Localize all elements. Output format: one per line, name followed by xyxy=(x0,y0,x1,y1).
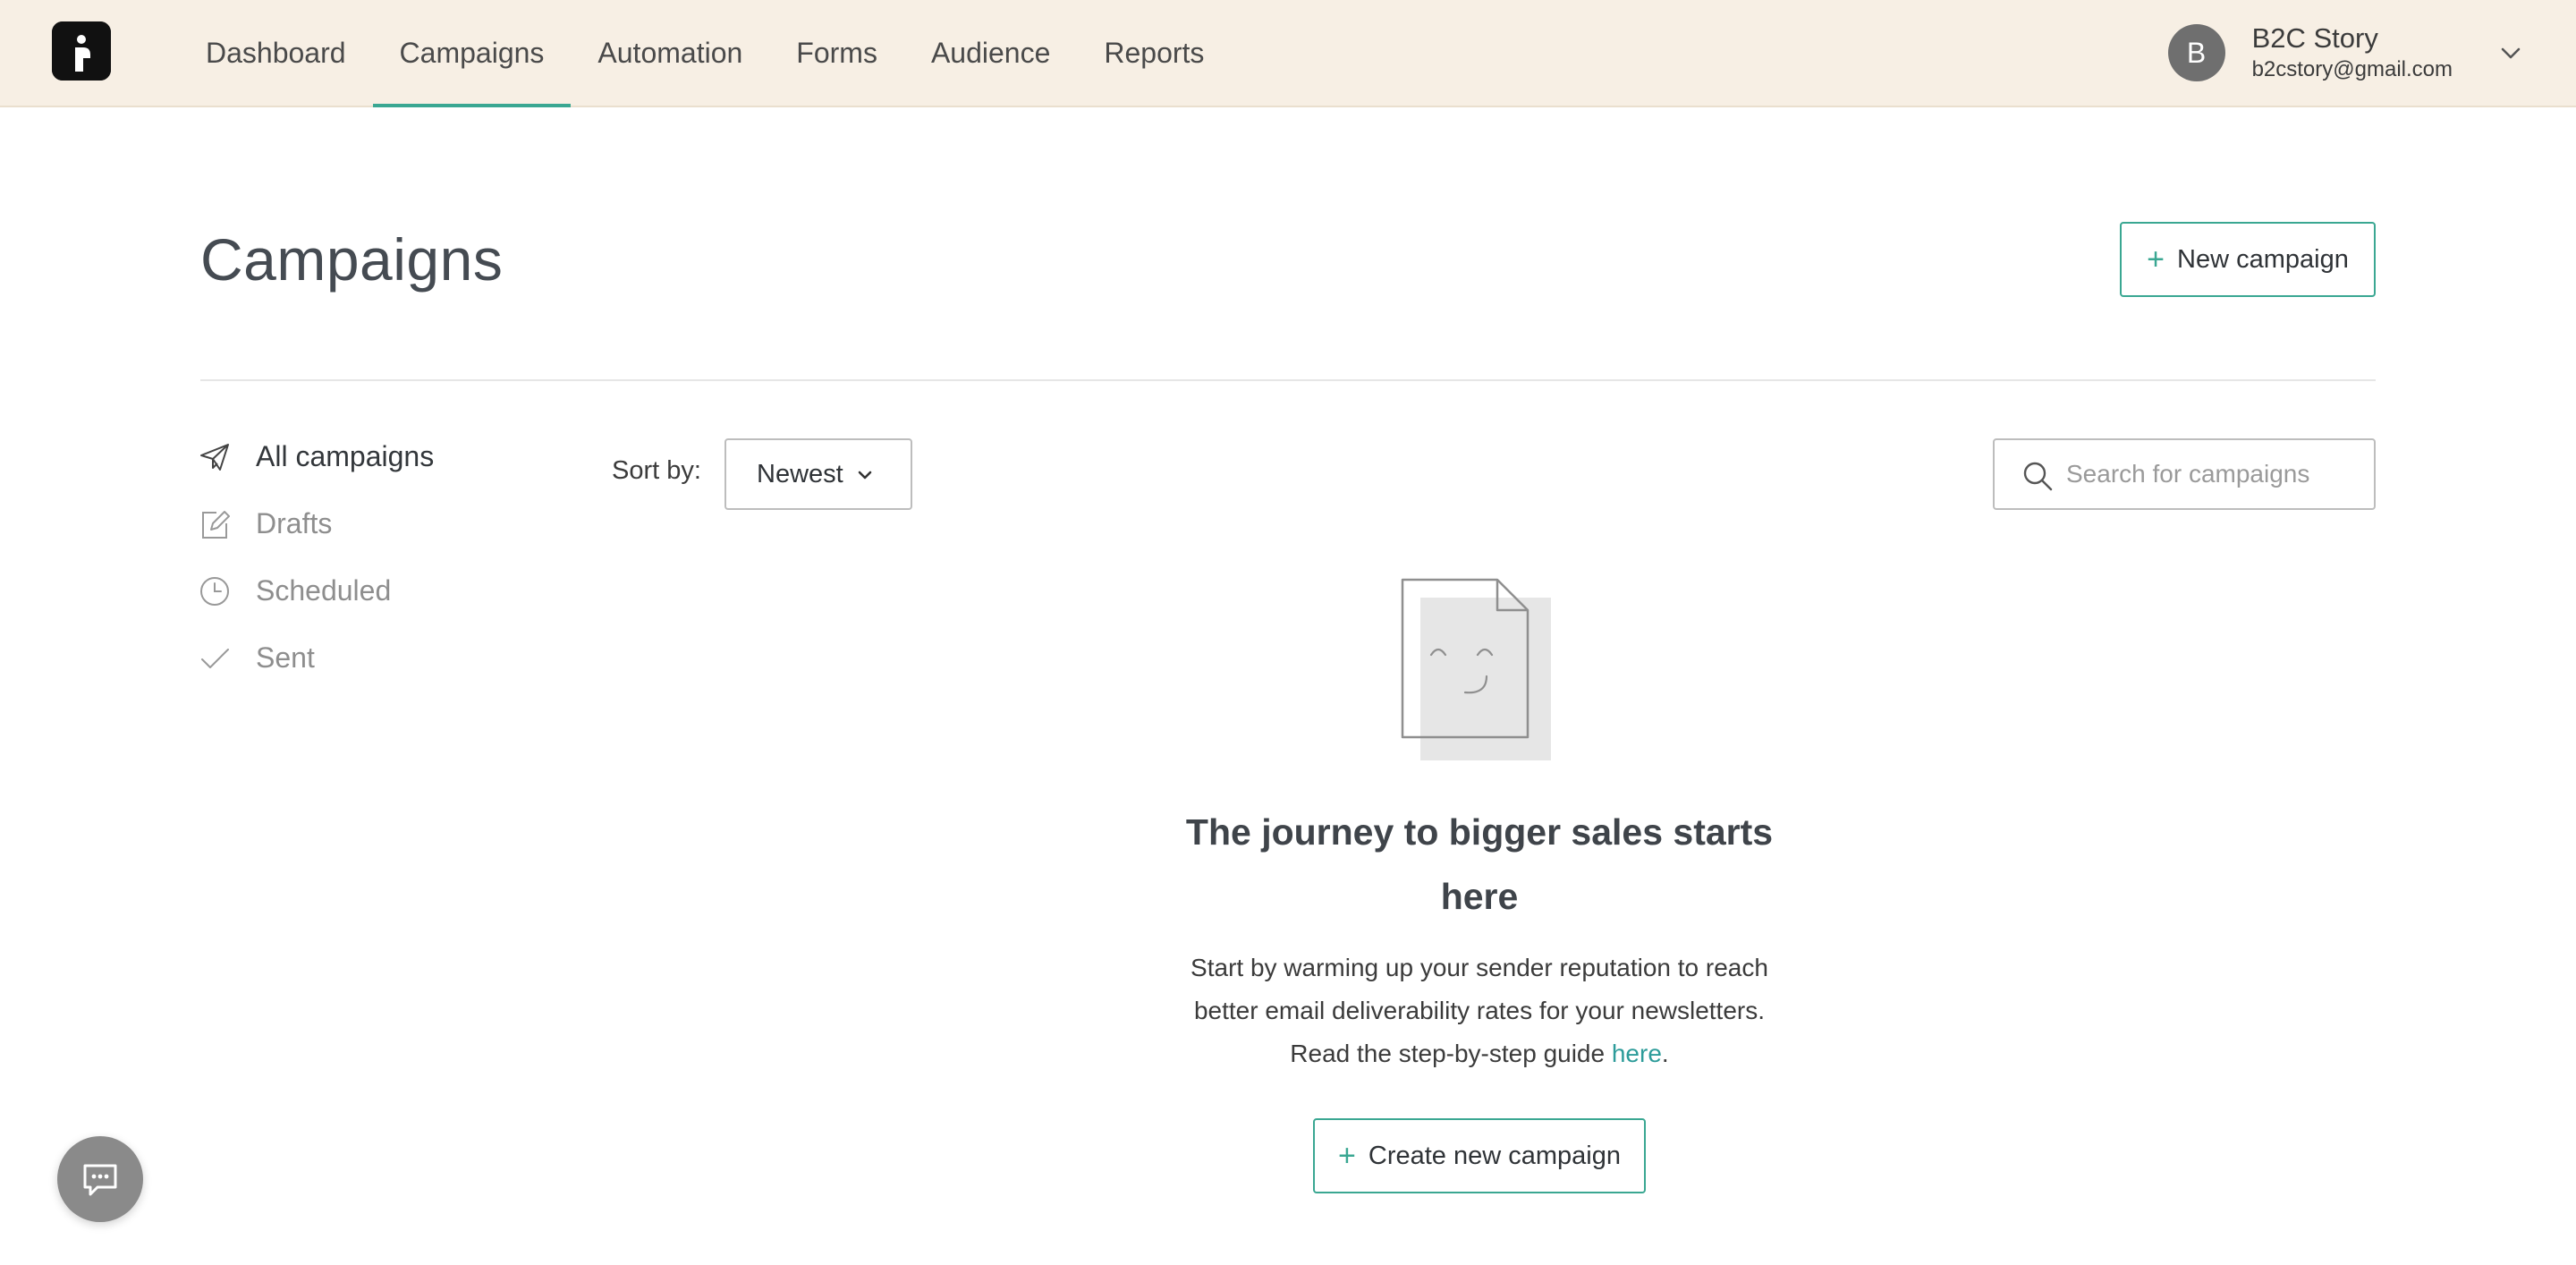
sidebar-item-drafts[interactable]: Drafts xyxy=(199,507,332,540)
new-campaign-button[interactable]: + New campaign xyxy=(2120,222,2376,297)
chat-icon xyxy=(83,1164,117,1196)
app-logo[interactable] xyxy=(52,21,111,81)
new-campaign-label: New campaign xyxy=(2177,244,2349,274)
chevron-down-icon[interactable] xyxy=(2497,39,2524,66)
search-input[interactable] xyxy=(2066,449,2361,499)
account-menu[interactable]: B B2C Story b2cstory@gmail.com xyxy=(2167,21,2524,84)
empty-document-illustration xyxy=(1401,578,1551,760)
nav-forms[interactable]: Forms xyxy=(769,0,904,106)
nav-automation[interactable]: Automation xyxy=(571,0,769,106)
sort-dropdown[interactable]: Newest xyxy=(724,438,912,510)
page-title: Campaigns xyxy=(200,226,504,293)
avatar: B xyxy=(2167,24,2225,81)
empty-state-line: Read the step-by-step guide xyxy=(1290,1040,1612,1067)
sidebar-item-all-campaigns[interactable]: All campaigns xyxy=(199,440,434,473)
search-field[interactable] xyxy=(1993,438,2376,510)
plus-icon: + xyxy=(1338,1139,1356,1173)
empty-state-punctuation: . xyxy=(1661,1040,1669,1067)
sidebar-item-sent[interactable]: Sent xyxy=(199,641,315,675)
empty-state-heading: The journey to bigger sales starts here xyxy=(1185,811,1774,917)
clock-icon xyxy=(199,575,231,607)
header-divider xyxy=(200,379,2376,381)
chevron-down-icon xyxy=(858,471,872,480)
nav-audience[interactable]: Audience xyxy=(904,0,1077,106)
main-nav: Dashboard Campaigns Automation Forms Aud… xyxy=(179,0,1231,107)
sidebar-item-scheduled[interactable]: Scheduled xyxy=(199,574,391,607)
create-new-campaign-label: Create new campaign xyxy=(1368,1141,1621,1170)
sidebar-item-label: Drafts xyxy=(256,507,333,539)
checkmark-icon xyxy=(199,642,231,675)
nav-campaigns[interactable]: Campaigns xyxy=(372,0,572,107)
empty-state-line: Start by warming up your sender reputati… xyxy=(1191,954,1768,981)
account-email: b2cstory@gmail.com xyxy=(2251,57,2453,81)
account-info: B2C Story b2cstory@gmail.com xyxy=(2252,21,2453,84)
sort-label: Sort by: xyxy=(612,456,701,485)
guide-link[interactable]: here xyxy=(1612,1040,1662,1067)
chat-support-button[interactable] xyxy=(57,1136,143,1222)
edit-icon xyxy=(199,508,231,540)
search-icon xyxy=(2023,462,2053,491)
paper-plane-icon xyxy=(199,441,231,473)
sidebar-item-label: Sent xyxy=(256,641,315,674)
create-new-campaign-button[interactable]: + Create new campaign xyxy=(1313,1118,1646,1193)
nav-reports[interactable]: Reports xyxy=(1077,0,1231,106)
sort-value: Newest xyxy=(757,459,843,488)
plus-icon: + xyxy=(2147,242,2165,276)
empty-state-description: Start by warming up your sender reputati… xyxy=(1157,947,1801,1075)
top-navigation-bar: Dashboard Campaigns Automation Forms Aud… xyxy=(0,0,2576,107)
empty-state-line: better email deliverability rates for yo… xyxy=(1193,997,1766,1024)
sidebar-item-label: All campaigns xyxy=(256,440,435,472)
nav-dashboard[interactable]: Dashboard xyxy=(179,0,373,106)
logo-icon xyxy=(52,21,111,81)
sidebar-item-label: Scheduled xyxy=(256,574,392,607)
account-name: B2C Story xyxy=(2251,22,2378,54)
